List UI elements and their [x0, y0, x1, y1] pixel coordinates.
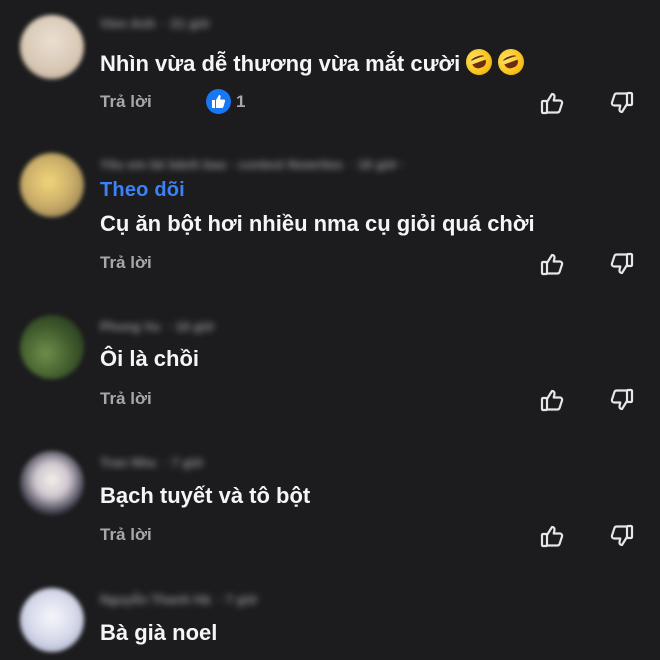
comment-author-name[interactable]: Yêu em bé bánh bao · contest Nowrites · …	[100, 157, 405, 172]
avatar[interactable]	[20, 15, 84, 79]
thumbs-down-icon[interactable]	[607, 522, 635, 550]
rolling-on-floor-laughing-emoji	[462, 45, 496, 79]
thumbs-up-icon[interactable]	[539, 250, 567, 278]
comment-text: Ôi là chồi	[100, 346, 200, 371]
reply-button[interactable]: Trả lời	[100, 525, 152, 545]
follow-button[interactable]: Theo dõi	[100, 179, 185, 202]
avatar[interactable]	[20, 451, 84, 515]
avatar[interactable]	[20, 315, 84, 379]
like-count: 1	[236, 92, 246, 111]
comment-text: Bà già noel	[100, 620, 218, 645]
thumbs-down-icon[interactable]	[607, 89, 635, 117]
thumbs-up-icon[interactable]	[539, 89, 567, 117]
avatar[interactable]	[20, 588, 84, 652]
comment-text: Bạch tuyết và tô bột	[100, 483, 311, 508]
comment-author-name[interactable]: Nguyễn Thanh Hà · 7 giờ	[100, 592, 257, 607]
avatar[interactable]	[20, 153, 84, 217]
thumbs-up-reaction-icon[interactable]	[206, 89, 231, 114]
reply-button[interactable]: Trả lời	[100, 92, 152, 112]
reply-button[interactable]: Trả lời	[100, 253, 152, 273]
comment-text: Cụ ăn bột hơi nhiều nma cụ giỏi quá chời	[100, 211, 535, 236]
comment-author-name[interactable]: Vien Anh · 21 giờ	[100, 16, 210, 31]
comment-author-name[interactable]: Tran Nhu · 7 giờ	[100, 455, 203, 470]
thumbs-down-icon[interactable]	[607, 250, 635, 278]
thumbs-up-icon[interactable]	[539, 522, 567, 550]
comment-text: Nhìn vừa dễ thương vừa mắt cười	[100, 45, 528, 79]
rolling-on-floor-laughing-emoji	[494, 45, 528, 79]
reply-button[interactable]: Trả lời	[100, 389, 152, 409]
thumbs-up-icon[interactable]	[539, 386, 567, 414]
comment-author-name[interactable]: Phong Vu · 16 giờ	[100, 319, 214, 334]
thumbs-down-icon[interactable]	[607, 386, 635, 414]
